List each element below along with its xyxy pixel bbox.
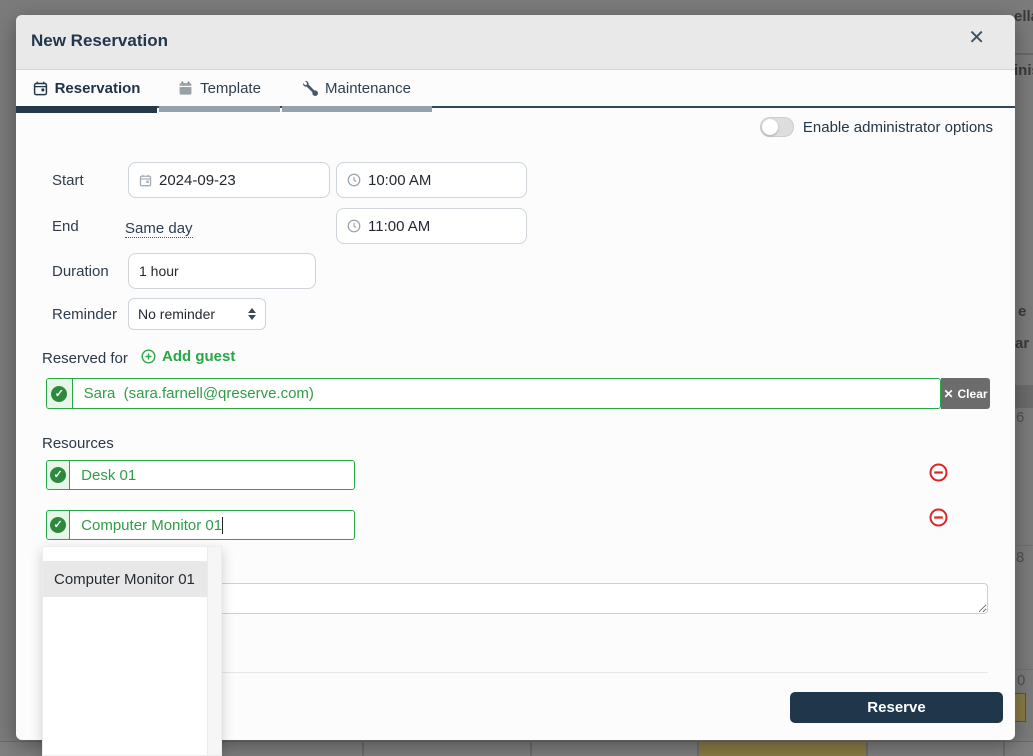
check-circle-icon: ✓ [50,517,66,533]
tab-underline [282,106,432,112]
page-title: New Reservation [31,31,168,51]
toggle-knob [762,119,778,135]
background-side-text: e [1018,303,1026,320]
background-grid-number: 6 [1016,409,1024,426]
reserve-button[interactable]: Reserve [790,692,1003,723]
reserved-for-input-wrap: ✓ [46,378,941,409]
add-guest-label: Add guest [162,348,235,365]
background-side-text: ar [1015,335,1029,352]
background-nav-text: inis [1014,62,1033,79]
dropdown-option[interactable]: Computer Monitor 01 [43,561,207,597]
tab-template[interactable]: Template [159,70,280,106]
tab-bar: Reservation Template Maintenance [16,70,432,106]
resource-row: ✓ [46,460,355,490]
text-cursor [222,517,223,534]
reserved-for-field[interactable] [73,379,940,408]
calendar-icon [139,174,152,187]
reserved-for-label: Reserved for [42,350,128,367]
reminder-select[interactable]: No reminder [128,298,266,330]
start-label: Start [52,162,84,198]
resource-field-2[interactable] [70,511,354,539]
tab-underline [159,106,280,112]
check-circle-icon: ✓ [51,386,67,402]
background-grid-number: 0 [1017,672,1025,689]
admin-options-toggle[interactable] [760,117,794,137]
duration-field[interactable] [139,263,305,279]
add-guest-button[interactable]: Add guest [141,348,235,365]
end-label: End [52,208,79,244]
background-grid-divider [530,741,532,756]
background-grid-divider [362,741,364,756]
tab-maintenance[interactable]: Maintenance [282,70,432,106]
background-event-cell [1014,693,1026,722]
resource-field-1[interactable] [70,461,354,489]
check-circle-icon: ✓ [50,467,66,483]
tab-label: Maintenance [325,80,411,97]
remove-resource-icon[interactable] [929,508,948,527]
clock-icon [347,219,361,233]
remove-resource-icon[interactable] [929,463,948,482]
background-grid-divider [1003,741,1005,756]
background-grid-divider [866,741,868,756]
validation-addon: ✓ [47,379,73,408]
admin-options-label: Enable administrator options [803,119,993,136]
calendar-filled-icon [178,81,193,96]
modal-header: New Reservation ✕ [16,15,1015,70]
clock-icon [347,173,361,187]
validation-addon: ✓ [47,461,70,489]
close-icon[interactable]: ✕ [968,28,985,48]
validation-addon: ✓ [47,511,70,539]
resource-row: ✓ [46,510,355,540]
end-time-input[interactable] [336,208,527,244]
background-grid-divider [697,741,699,756]
resource-input-wrap: ✓ [46,460,355,490]
duration-input[interactable] [128,253,316,289]
clear-label: Clear [958,387,988,401]
active-tab-underline [16,106,157,113]
dropdown-scrollbar[interactable] [207,547,221,755]
tab-label: Template [200,80,261,97]
background-gridline [1015,545,1033,546]
background-gridline [1015,669,1033,670]
start-date-input[interactable] [128,162,330,198]
screen: ella inis e ar 6 8 0 New Reservation ✕ R… [0,0,1033,756]
duration-label: Duration [52,253,109,289]
reminder-value: No reminder [138,306,215,322]
start-time-field[interactable] [368,172,516,189]
wrench-icon [303,81,318,96]
start-time-input[interactable] [336,162,527,198]
reserved-for-group: ✓ ✕ Clear [46,378,990,409]
tab-label: Reservation [55,80,141,97]
background-event-cell [698,742,866,756]
resource-input-wrap: ✓ [46,510,355,540]
resources-label: Resources [42,435,114,452]
admin-options-row: Enable administrator options [760,116,993,138]
reminder-label: Reminder [52,298,117,330]
calendar-icon [33,81,48,96]
clear-x-icon: ✕ [943,387,953,401]
same-day-link[interactable]: Same day [125,220,193,238]
select-arrows-icon [248,308,256,320]
background-calendar-header [1014,385,1033,408]
background-grid-number: 8 [1016,549,1024,566]
resource-autocomplete-dropdown: Computer Monitor 01 [42,546,222,756]
end-time-field[interactable] [368,218,516,235]
plus-circle-icon [141,349,156,364]
background-nav-text: ella [1014,8,1033,25]
tab-reservation[interactable]: Reservation [16,70,157,106]
clear-button[interactable]: ✕ Clear [941,378,990,409]
background-divider [1015,53,1033,55]
start-date-field[interactable] [159,172,319,189]
